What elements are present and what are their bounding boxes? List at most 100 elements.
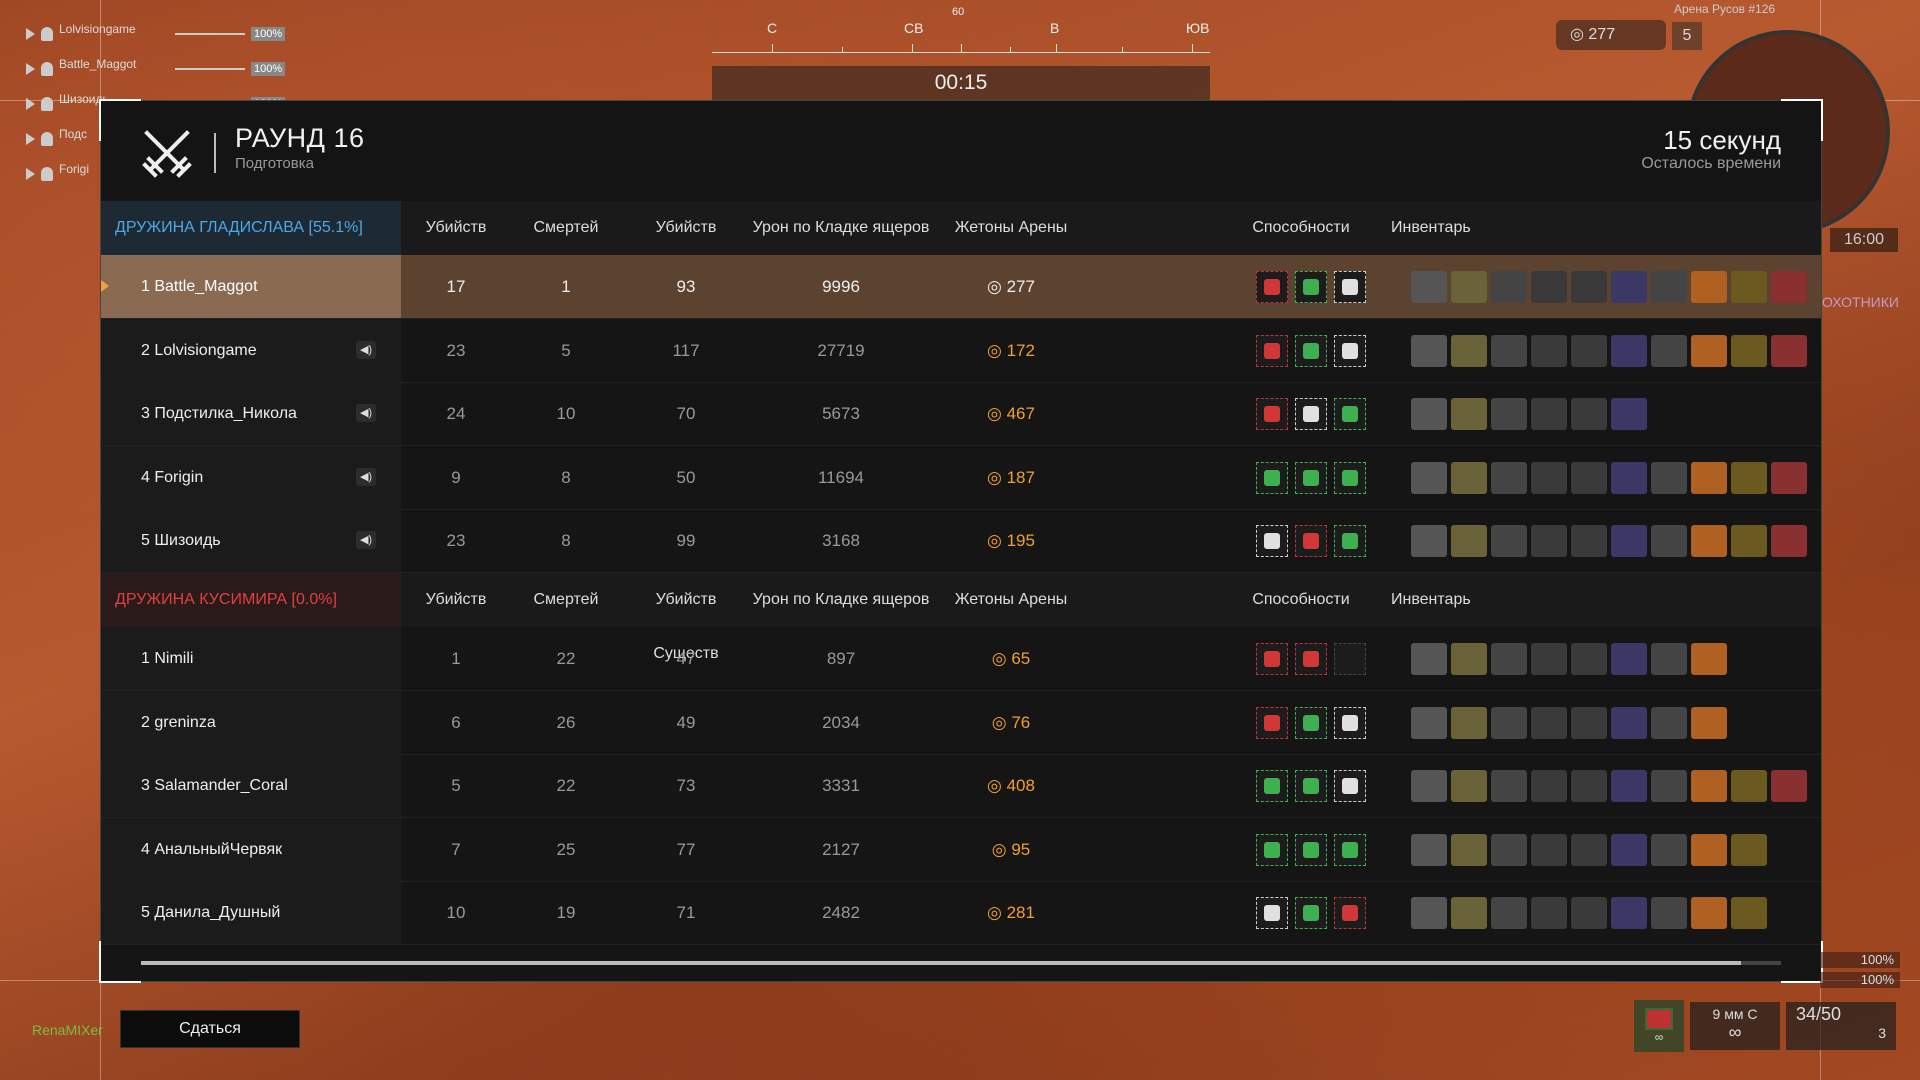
inventory-item-icon[interactable] (1571, 334, 1607, 367)
inventory-item-icon[interactable] (1451, 770, 1487, 802)
inventory-item-icon[interactable] (1611, 897, 1647, 929)
inventory-item-icon[interactable] (1411, 706, 1447, 739)
inventory-item-icon[interactable] (1691, 897, 1727, 929)
inventory-item-icon[interactable] (1771, 271, 1807, 303)
inventory-item-icon[interactable] (1491, 525, 1527, 557)
column-header[interactable]: Урон по Кладке ящеров (751, 573, 931, 627)
ability-icon[interactable] (1256, 525, 1288, 557)
inventory-item-icon[interactable] (1691, 643, 1727, 675)
inventory-item-icon[interactable] (1651, 643, 1687, 675)
inventory-item-icon[interactable] (1731, 461, 1767, 494)
ability-icon[interactable] (1295, 770, 1327, 802)
column-header[interactable]: Способности (1231, 201, 1371, 255)
column-header[interactable]: Убийств Существ (621, 201, 751, 290)
column-header[interactable]: Инвентарь (1391, 201, 1531, 255)
inventory-item-icon[interactable] (1731, 833, 1767, 866)
inventory-item-icon[interactable] (1451, 398, 1487, 430)
inventory-item-icon[interactable] (1491, 897, 1527, 929)
column-header[interactable]: Инвентарь (1391, 573, 1531, 627)
inventory-item-icon[interactable] (1651, 334, 1687, 367)
column-header[interactable]: Урон по Кладке ящеров (751, 201, 931, 255)
player-row[interactable]: 2 Lolvisiongame ◀) 23 5 117 27719 ◎ 172 (101, 318, 1821, 383)
ability-icon[interactable] (1256, 897, 1288, 929)
inventory-item-icon[interactable] (1731, 770, 1767, 802)
player-row[interactable]: 1 Battle_Maggot 17 1 93 9996 ◎ 277 (101, 255, 1821, 319)
ability-icon[interactable] (1256, 398, 1288, 430)
inventory-item-icon[interactable] (1531, 461, 1567, 494)
inventory-item-icon[interactable] (1411, 461, 1447, 494)
inventory-item-icon[interactable] (1531, 334, 1567, 367)
inventory-item-icon[interactable] (1651, 833, 1687, 866)
ability-icon[interactable] (1256, 770, 1288, 802)
inventory-item-icon[interactable] (1651, 897, 1687, 929)
inventory-item-icon[interactable] (1451, 461, 1487, 494)
expand-icon[interactable] (26, 27, 35, 40)
ability-icon[interactable] (1334, 334, 1366, 367)
surrender-button[interactable]: Сдаться (120, 1010, 300, 1048)
inventory-item-icon[interactable] (1611, 770, 1647, 802)
inventory-item-icon[interactable] (1451, 706, 1487, 739)
inventory-item-icon[interactable] (1411, 525, 1447, 557)
inventory-item-icon[interactable] (1651, 706, 1687, 739)
ability-icon[interactable] (1256, 706, 1288, 739)
ability-icon[interactable] (1256, 833, 1288, 866)
inventory-item-icon[interactable] (1571, 271, 1607, 303)
inventory-item-icon[interactable] (1451, 271, 1487, 303)
inventory-item-icon[interactable] (1771, 525, 1807, 557)
inventory-item-icon[interactable] (1491, 643, 1527, 675)
inventory-item-icon[interactable] (1531, 770, 1567, 802)
inventory-item-icon[interactable] (1531, 525, 1567, 557)
player-row[interactable]: 2 greninza 6 26 49 2034 ◎ 76 (101, 690, 1821, 755)
inventory-item-icon[interactable] (1491, 706, 1527, 739)
inventory-item-icon[interactable] (1771, 461, 1807, 494)
inventory-item-icon[interactable] (1571, 833, 1607, 866)
scrollbar-thumb[interactable] (141, 961, 1741, 965)
inventory-item-icon[interactable] (1491, 770, 1527, 802)
ability-icon[interactable] (1334, 461, 1366, 494)
inventory-item-icon[interactable] (1451, 525, 1487, 557)
inventory-item-icon[interactable] (1691, 271, 1727, 303)
column-header[interactable]: Убийств (401, 201, 511, 255)
ability-icon[interactable] (1295, 271, 1327, 303)
speaker-icon[interactable]: ◀) (356, 531, 376, 549)
inventory-item-icon[interactable] (1611, 398, 1647, 430)
expand-icon[interactable] (26, 167, 35, 180)
player-row[interactable]: 1 Nimili 1 22 47 897 ◎ 65 (101, 627, 1821, 691)
inventory-item-icon[interactable] (1691, 833, 1727, 866)
speaker-icon[interactable]: ◀) (356, 467, 376, 486)
column-header[interactable]: Жетоны Арены (931, 201, 1091, 255)
column-header[interactable]: Смертей (511, 573, 621, 627)
column-header[interactable]: Убийств Существ (621, 573, 751, 662)
ability-icon[interactable] (1334, 398, 1366, 430)
player-row[interactable]: 5 Данила_Душный 10 19 71 2482 ◎ 281 (101, 881, 1821, 945)
inventory-item-icon[interactable] (1571, 643, 1607, 675)
inventory-item-icon[interactable] (1571, 461, 1607, 494)
medkit-slot[interactable]: ∞ (1634, 1000, 1684, 1052)
ability-icon[interactable] (1334, 770, 1366, 802)
ability-icon[interactable] (1295, 897, 1327, 929)
player-row[interactable]: 3 Salamander_Coral 5 22 73 3331 ◎ 408 (101, 754, 1821, 818)
ability-icon[interactable] (1295, 833, 1327, 866)
inventory-item-icon[interactable] (1731, 897, 1767, 929)
ability-icon[interactable] (1295, 461, 1327, 494)
ability-icon[interactable] (1295, 525, 1327, 557)
inventory-item-icon[interactable] (1451, 897, 1487, 929)
inventory-item-icon[interactable] (1611, 271, 1647, 303)
speaker-icon[interactable]: ◀) (356, 340, 376, 359)
speaker-icon[interactable]: ◀) (356, 404, 376, 422)
inventory-item-icon[interactable] (1411, 897, 1447, 929)
expand-icon[interactable] (26, 132, 35, 145)
inventory-item-icon[interactable] (1691, 770, 1727, 802)
ability-icon[interactable] (1295, 643, 1327, 675)
inventory-item-icon[interactable] (1531, 897, 1567, 929)
inventory-item-icon[interactable] (1571, 897, 1607, 929)
player-row[interactable]: 4 АнальныйЧервяк 7 25 77 2127 ◎ 95 (101, 817, 1821, 882)
inventory-item-icon[interactable] (1491, 334, 1527, 367)
inventory-item-icon[interactable] (1491, 398, 1527, 430)
inventory-item-icon[interactable] (1411, 398, 1447, 430)
inventory-item-icon[interactable] (1411, 833, 1447, 866)
ability-icon[interactable] (1256, 461, 1288, 494)
inventory-item-icon[interactable] (1651, 770, 1687, 802)
inventory-item-icon[interactable] (1531, 398, 1567, 430)
column-header[interactable]: Убийств (401, 573, 511, 627)
